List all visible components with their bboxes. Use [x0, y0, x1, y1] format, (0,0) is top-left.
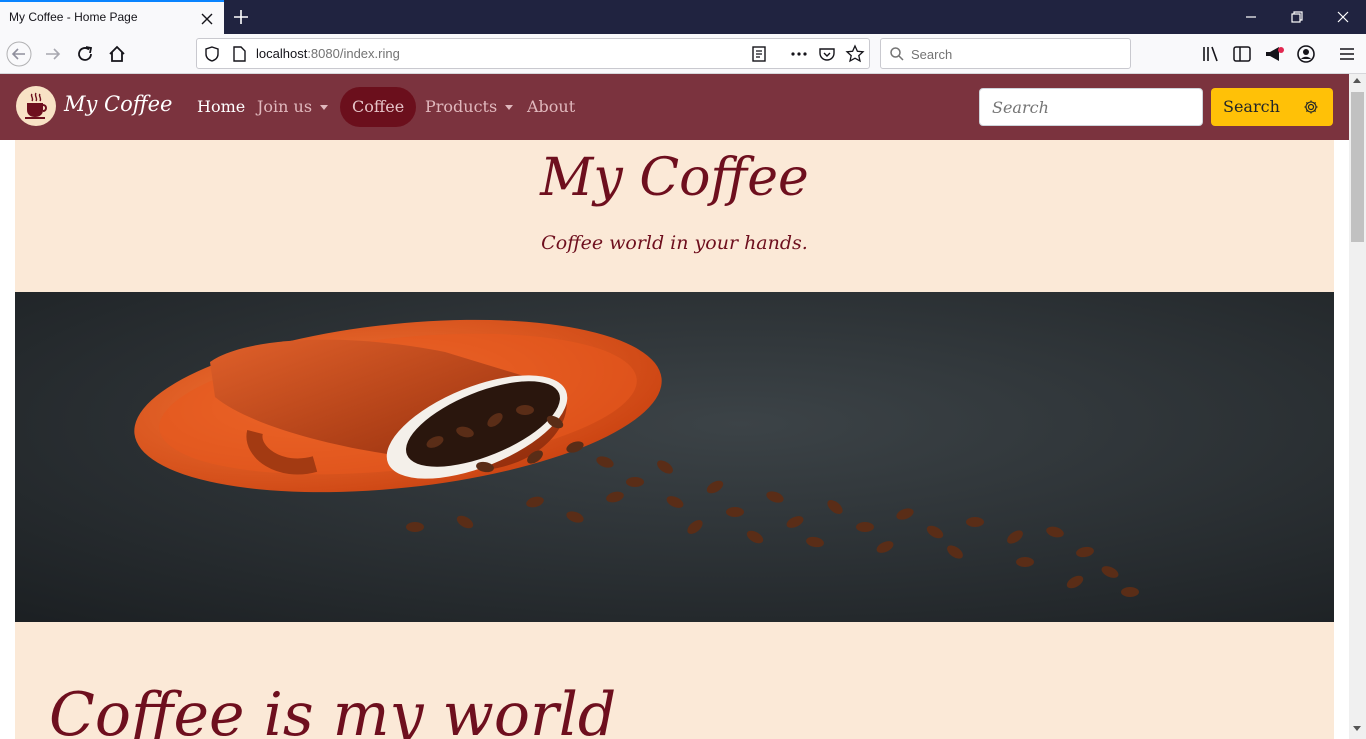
bookmark-star-icon[interactable]: [845, 44, 865, 64]
nav-join-us[interactable]: Join us: [257, 97, 329, 116]
scroll-up-icon[interactable]: [1353, 78, 1361, 83]
nav-products-label: Products: [425, 97, 498, 116]
sidebar-icon[interactable]: [1229, 41, 1255, 67]
reader-view-icon[interactable]: [749, 44, 769, 64]
web-page: My Coffee Home Join us Coffee Products A…: [0, 74, 1366, 739]
restore-icon[interactable]: [1286, 6, 1308, 28]
nav-join-us-label: Join us: [257, 97, 313, 116]
url-bar[interactable]: localhost:8080/index.ring: [196, 38, 870, 69]
browser-tab-bar: My Coffee - Home Page: [0, 0, 1366, 34]
url-path: :8080/index.ring: [307, 46, 400, 61]
more-icon[interactable]: [789, 44, 809, 64]
menu-icon[interactable]: [1334, 41, 1360, 67]
site-navbar: My Coffee Home Join us Coffee Products A…: [0, 74, 1349, 140]
page-scrollbar[interactable]: [1349, 74, 1366, 739]
minimize-icon[interactable]: [1240, 6, 1262, 28]
window-close-icon[interactable]: [1332, 6, 1354, 28]
coffee-cup-beans-image: [15, 292, 1334, 622]
tab-title: My Coffee - Home Page: [9, 10, 138, 24]
pocket-icon[interactable]: [817, 44, 837, 64]
page-subtitle: Coffee world in your hands.: [541, 232, 808, 254]
nav-home[interactable]: Home: [197, 97, 245, 116]
chevron-down-icon: [320, 105, 329, 110]
forward-icon[interactable]: [40, 41, 66, 67]
gear-icon: [1304, 100, 1318, 114]
site-search-button[interactable]: Search: [1211, 88, 1333, 126]
browser-search-placeholder: Search: [911, 47, 953, 62]
home-icon[interactable]: [104, 41, 130, 67]
scroll-down-icon[interactable]: [1353, 726, 1361, 731]
nav-coffee[interactable]: Coffee: [340, 87, 416, 127]
browser-tab[interactable]: My Coffee - Home Page: [0, 0, 224, 34]
section-title: Coffee is my world: [49, 680, 617, 739]
coffee-logo-icon[interactable]: [16, 86, 56, 126]
nav-products[interactable]: Products: [425, 97, 514, 116]
site-search-input[interactable]: [979, 88, 1203, 126]
page-icon: [233, 46, 246, 62]
page-title: My Coffee: [540, 148, 809, 208]
account-icon[interactable]: [1293, 41, 1319, 67]
hero-section: My Coffee Coffee world in your hands. Co…: [15, 140, 1334, 739]
shield-icon[interactable]: [202, 44, 222, 64]
reload-icon[interactable]: [72, 41, 98, 67]
scroll-thumb[interactable]: [1351, 92, 1364, 242]
search-icon: [890, 47, 904, 61]
library-icon[interactable]: [1198, 41, 1224, 67]
browser-toolbar: localhost:8080/index.ring Search: [0, 34, 1366, 74]
url-host: localhost: [256, 46, 308, 61]
megaphone-icon[interactable]: [1261, 41, 1287, 67]
site-search-button-label: Search: [1223, 97, 1280, 116]
chevron-down-icon: [505, 105, 514, 110]
nav-coffee-label: Coffee: [352, 97, 405, 116]
url-text: localhost:8080/index.ring: [256, 46, 400, 61]
new-tab-icon[interactable]: [230, 6, 252, 28]
browser-search-bar[interactable]: Search: [880, 38, 1131, 69]
back-icon[interactable]: [6, 41, 32, 67]
tab-close-icon[interactable]: [198, 10, 216, 28]
brand-name[interactable]: My Coffee: [64, 92, 173, 116]
nav-about[interactable]: About: [527, 97, 575, 116]
